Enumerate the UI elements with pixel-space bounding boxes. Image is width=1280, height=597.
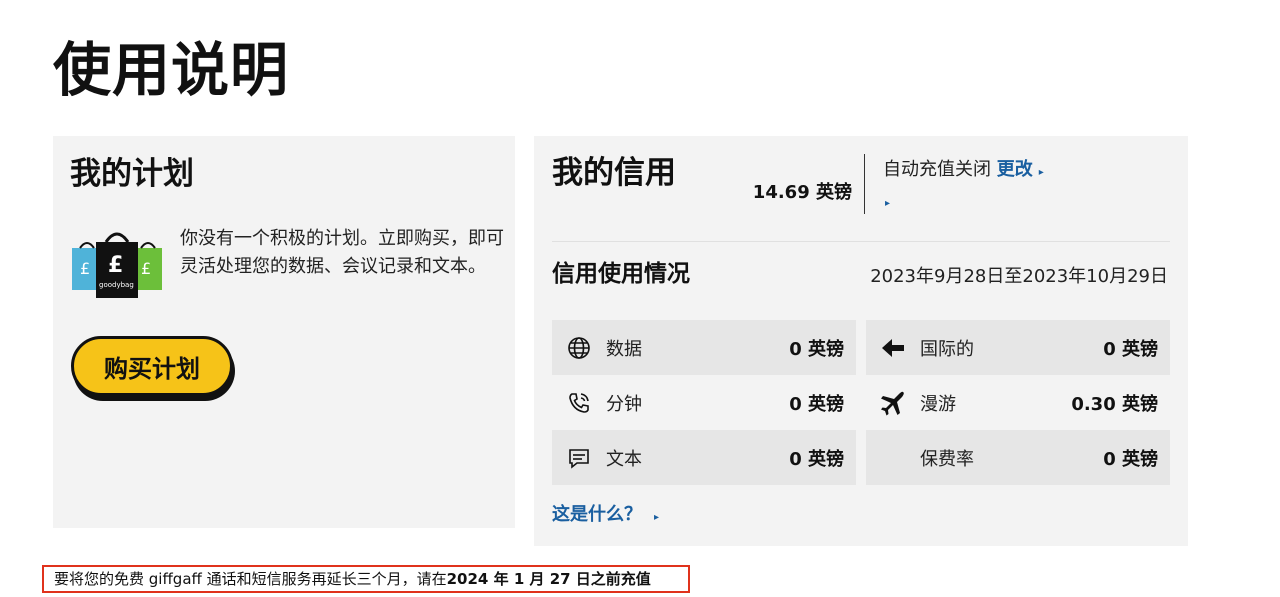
usage-value: 0 英镑: [789, 448, 844, 470]
usage-row-data: 数据 0 英镑: [552, 320, 856, 375]
usage-label: 分钟: [606, 393, 642, 415]
my-plan-card: 我的计划 £ £ £ goodybag 你没有一个积极的计划。立即购买，即可灵活…: [53, 136, 515, 528]
whats-this-label: 这是什么？: [552, 504, 642, 525]
change-topup-link[interactable]: 更改: [997, 159, 1033, 180]
chevron-right-icon: ▸: [885, 198, 891, 209]
usage-row-text: 文本 0 英镑: [552, 430, 856, 485]
svg-text:£: £: [108, 253, 123, 278]
usage-period: 2023年9月28日至2023年10月29日: [870, 266, 1168, 287]
notice-deadline: 2024 年 1 月 27 日之前充值: [446, 570, 651, 588]
usage-value: 0 英镑: [1103, 338, 1158, 360]
my-credit-heading: 我的信用: [552, 155, 676, 191]
goodybag-icon: £ £ £ goodybag: [72, 232, 162, 298]
chat-icon: [566, 445, 592, 471]
svg-text:£: £: [141, 259, 151, 278]
whats-this-link[interactable]: 这是什么？ ▸: [552, 500, 659, 526]
usage-label: 文本: [606, 448, 642, 470]
plane-icon: [880, 390, 906, 416]
usage-value: 0 英镑: [789, 338, 844, 360]
page-title: 使用说明: [53, 36, 290, 104]
usage-row-premium-rate: 保费率 0 英镑: [866, 430, 1170, 485]
chevron-right-icon: ▸: [654, 512, 660, 523]
usage-row-international: 国际的 0 英镑: [866, 320, 1170, 375]
phone-icon: [566, 390, 592, 416]
topup-notice: 要将您的免费 giffgaff 通话和短信服务再延长三个月，请在2024 年 1…: [42, 565, 690, 593]
svg-text:£: £: [80, 259, 90, 278]
notice-text: 要将您的免费 giffgaff 通话和短信服务再延长三个月，请在: [54, 570, 447, 588]
credit-balance: 14.69 英镑: [752, 182, 852, 203]
usage-row-minutes: 分钟 0 英镑: [552, 375, 856, 430]
auto-topup-label: 自动充值关闭: [883, 159, 991, 180]
arrow-left-icon: [880, 335, 906, 361]
usage-label: 国际的: [920, 338, 974, 360]
usage-value: 0.30 英镑: [1071, 393, 1158, 415]
divider: [864, 154, 865, 214]
svg-text:goodybag: goodybag: [99, 281, 134, 289]
usage-value: 0 英镑: [1103, 448, 1158, 470]
globe-icon: [566, 335, 592, 361]
auto-topup-status: 自动充值关闭 更改 ▸ ▸: [883, 156, 1083, 218]
blank-icon: [880, 445, 906, 471]
usage-label: 漫游: [920, 393, 956, 415]
usage-label: 数据: [606, 338, 642, 360]
buy-plan-button[interactable]: 购买计划: [71, 336, 233, 396]
usage-value: 0 英镑: [789, 393, 844, 415]
my-credit-card: 我的信用 14.69 英镑 自动充值关闭 更改 ▸ ▸ 信用使用情况 2023年9…: [534, 136, 1188, 546]
my-plan-heading: 我的计划: [70, 156, 194, 192]
chevron-right-icon: ▸: [1038, 167, 1044, 178]
section-divider: [552, 241, 1170, 242]
usage-label: 保费率: [920, 448, 974, 470]
plan-description: 你没有一个积极的计划。立即购买，即可灵活处理您的数据、会议记录和文本。: [180, 228, 504, 277]
usage-row-roaming: 漫游 0.30 英镑: [866, 375, 1170, 430]
credit-usage-heading: 信用使用情况: [552, 261, 690, 287]
